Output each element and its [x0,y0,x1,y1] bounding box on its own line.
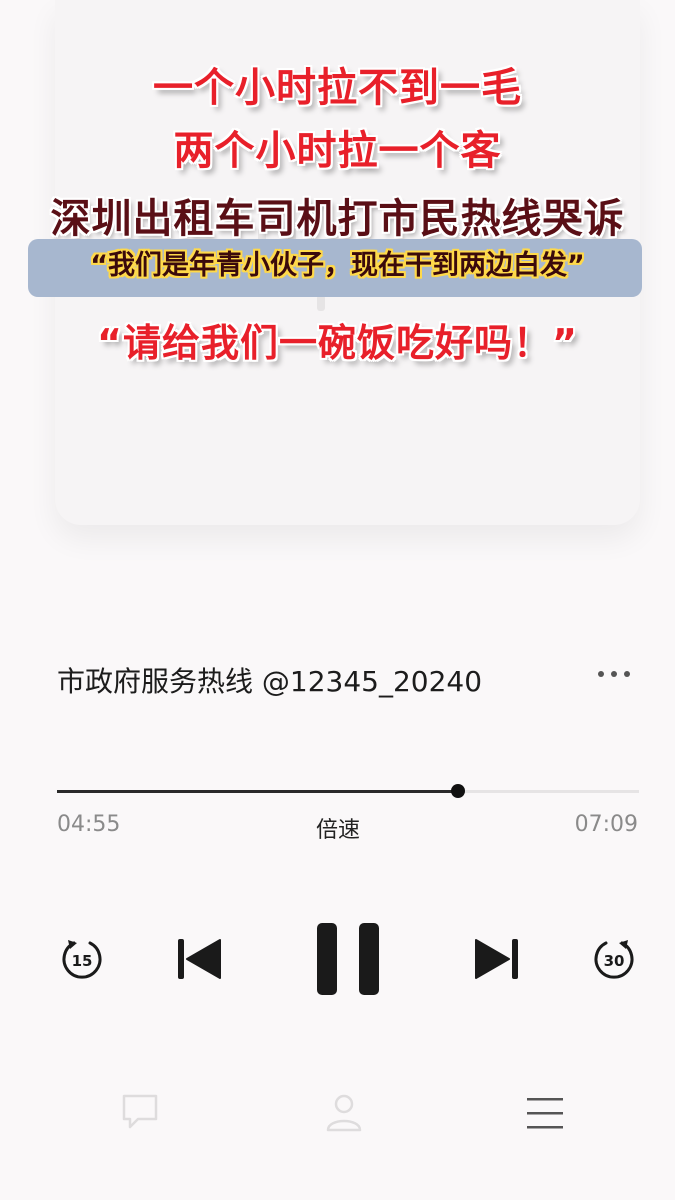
profile-icon [326,1094,362,1132]
duration-time: 07:09 [574,812,638,837]
headline-line-1: 一个小时拉不到一毛 [153,65,522,111]
skip-next-icon [475,939,518,979]
progress-fill [57,790,458,793]
progress-bar[interactable] [57,784,639,798]
headline-quote-1: “我们是年青小伙子，现在干到两边白发” [90,250,585,281]
profile-button[interactable] [324,1092,364,1132]
headline-line-2: 两个小时拉一个客 [173,128,502,174]
more-dots-icon[interactable] [596,664,636,684]
artwork-glyph [317,295,325,311]
headline-quote-2: “请给我们一碗饭吃好吗！” [97,321,578,365]
forward-30-icon: 30 [594,940,634,979]
rewind-15-icon: 15 [62,940,102,979]
forward-30-button[interactable]: 30 [592,937,636,981]
next-button[interactable] [474,937,520,981]
speed-button[interactable]: 倍速 [288,812,388,844]
rewind-seconds: 15 [72,952,93,970]
pause-button[interactable] [316,922,380,996]
rewind-15-button[interactable]: 15 [60,937,104,981]
elapsed-time: 04:55 [57,812,121,837]
headline-line-3: 深圳出租车司机打市民热线哭诉 [50,196,625,242]
forward-seconds: 30 [604,952,625,970]
track-title: 市政府服务热线 @12345_20240 [57,665,483,698]
comment-icon [122,1094,158,1129]
progress-thumb[interactable] [450,784,465,798]
menu-icon [527,1098,563,1129]
menu-button[interactable] [526,1096,564,1130]
previous-button[interactable] [176,937,222,981]
comment-button[interactable] [120,1093,160,1131]
skip-previous-icon [178,939,221,979]
pause-icon [317,923,379,995]
